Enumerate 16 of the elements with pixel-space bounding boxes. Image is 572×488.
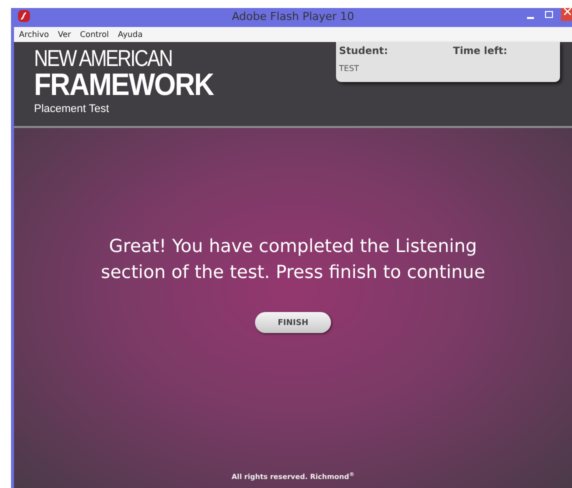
brand-title: NEW AMERICAN xyxy=(34,46,173,70)
menu-item[interactable]: Ver xyxy=(58,28,71,40)
flash-logo-icon xyxy=(18,10,30,22)
brand-title: FRAMEWORK xyxy=(34,70,214,100)
student-label: Student: xyxy=(339,45,389,59)
close-button[interactable] xyxy=(561,8,572,21)
menu-item[interactable]: Archivo xyxy=(19,28,49,40)
time-left-label: Time left: xyxy=(453,45,508,59)
finish-button[interactable]: FINISH xyxy=(255,312,331,333)
subtitle: Placement Test xyxy=(34,102,110,116)
menu-item[interactable]: Control xyxy=(80,28,109,40)
menu-item[interactable]: Ayuda xyxy=(118,28,143,40)
student-name: TEST xyxy=(339,63,360,75)
completion-message: Great! You have completed the Listening section of the test. Press finish to continue xyxy=(100,235,486,285)
window-title: Adobe Flash Player 10 xyxy=(232,9,354,26)
maximize-icon[interactable] xyxy=(545,11,553,18)
